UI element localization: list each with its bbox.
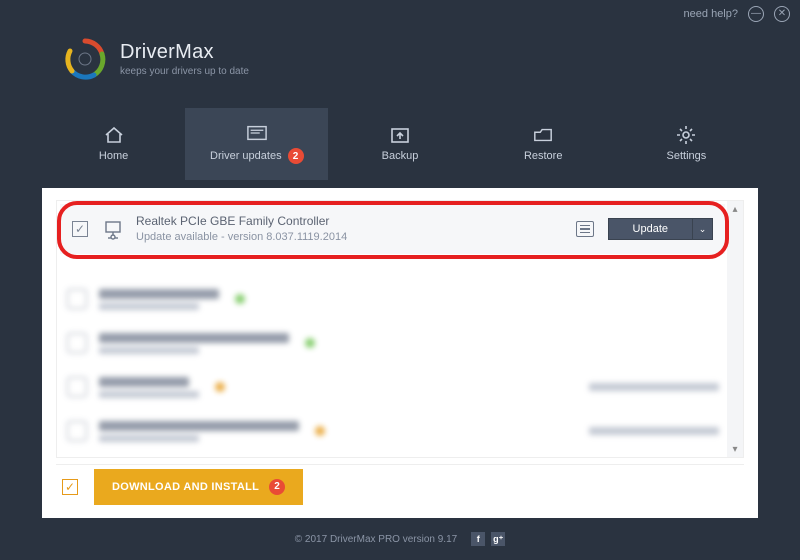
driver-row-blurred bbox=[67, 367, 719, 407]
app-title: DriverMax bbox=[120, 41, 249, 64]
app-logo-icon bbox=[64, 38, 106, 80]
scroll-up-icon[interactable]: ▴ bbox=[727, 201, 743, 217]
driver-list: Realtek PCIe GBE Family Controller Updat… bbox=[56, 200, 744, 458]
driver-status: Update available - version 8.037.1119.20… bbox=[136, 230, 562, 245]
backup-icon bbox=[390, 126, 410, 144]
footer: © 2017 DriverMax PRO version 9.17 f g⁺ bbox=[0, 518, 800, 560]
tab-settings-label: Settings bbox=[667, 150, 707, 162]
driver-row-blurred bbox=[67, 279, 719, 319]
download-install-label: DOWNLOAD AND INSTALL bbox=[112, 481, 259, 493]
network-device-icon bbox=[102, 219, 122, 239]
driver-row-blurred bbox=[67, 323, 719, 363]
restore-icon bbox=[533, 126, 553, 144]
download-install-button[interactable]: DOWNLOAD AND INSTALL 2 bbox=[94, 469, 303, 505]
app-subtitle: keeps your drivers up to date bbox=[120, 66, 249, 77]
tab-restore-label: Restore bbox=[524, 150, 563, 162]
tab-settings[interactable]: Settings bbox=[615, 108, 758, 180]
facebook-icon[interactable]: f bbox=[471, 532, 485, 546]
updates-badge: 2 bbox=[288, 148, 304, 164]
update-button-label[interactable]: Update bbox=[608, 218, 693, 240]
tab-home-label: Home bbox=[99, 150, 128, 162]
tab-backup-label: Backup bbox=[382, 150, 419, 162]
brand-header: DriverMax keeps your drivers up to date bbox=[64, 38, 249, 80]
main-nav: Home Driver updates 2 Backup Restore Set… bbox=[42, 108, 758, 180]
tab-driver-updates[interactable]: Driver updates 2 bbox=[185, 108, 328, 180]
home-icon bbox=[104, 126, 124, 144]
copyright: © 2017 DriverMax PRO version 9.17 bbox=[295, 534, 457, 545]
driver-row-blurred bbox=[67, 411, 719, 451]
row-checkbox[interactable] bbox=[72, 221, 88, 237]
update-dropdown[interactable]: ⌄ bbox=[693, 218, 713, 240]
tab-updates-label: Driver updates bbox=[210, 150, 282, 162]
google-plus-icon[interactable]: g⁺ bbox=[491, 532, 505, 546]
content-panel: Realtek PCIe GBE Family Controller Updat… bbox=[42, 188, 758, 518]
social-links: f g⁺ bbox=[471, 532, 505, 546]
help-link[interactable]: need help? bbox=[684, 8, 738, 20]
tab-backup[interactable]: Backup bbox=[328, 108, 471, 180]
scrollbar[interactable]: ▴ ▾ bbox=[727, 201, 743, 457]
close-button[interactable]: ✕ bbox=[774, 6, 790, 22]
minimize-button[interactable]: — bbox=[748, 6, 764, 22]
tab-home[interactable]: Home bbox=[42, 108, 185, 180]
updates-icon bbox=[247, 124, 267, 142]
tab-restore[interactable]: Restore bbox=[472, 108, 615, 180]
details-icon[interactable] bbox=[576, 221, 594, 237]
settings-icon bbox=[676, 126, 696, 144]
download-badge: 2 bbox=[269, 479, 285, 495]
scroll-down-icon[interactable]: ▾ bbox=[727, 441, 743, 457]
driver-info: Realtek PCIe GBE Family Controller Updat… bbox=[136, 213, 562, 245]
action-bar: DOWNLOAD AND INSTALL 2 bbox=[56, 464, 744, 508]
update-button[interactable]: Update ⌄ bbox=[608, 218, 713, 240]
select-all-checkbox[interactable] bbox=[62, 479, 78, 495]
driver-name: Realtek PCIe GBE Family Controller bbox=[136, 213, 562, 230]
driver-row-realtek[interactable]: Realtek PCIe GBE Family Controller Updat… bbox=[60, 204, 725, 254]
